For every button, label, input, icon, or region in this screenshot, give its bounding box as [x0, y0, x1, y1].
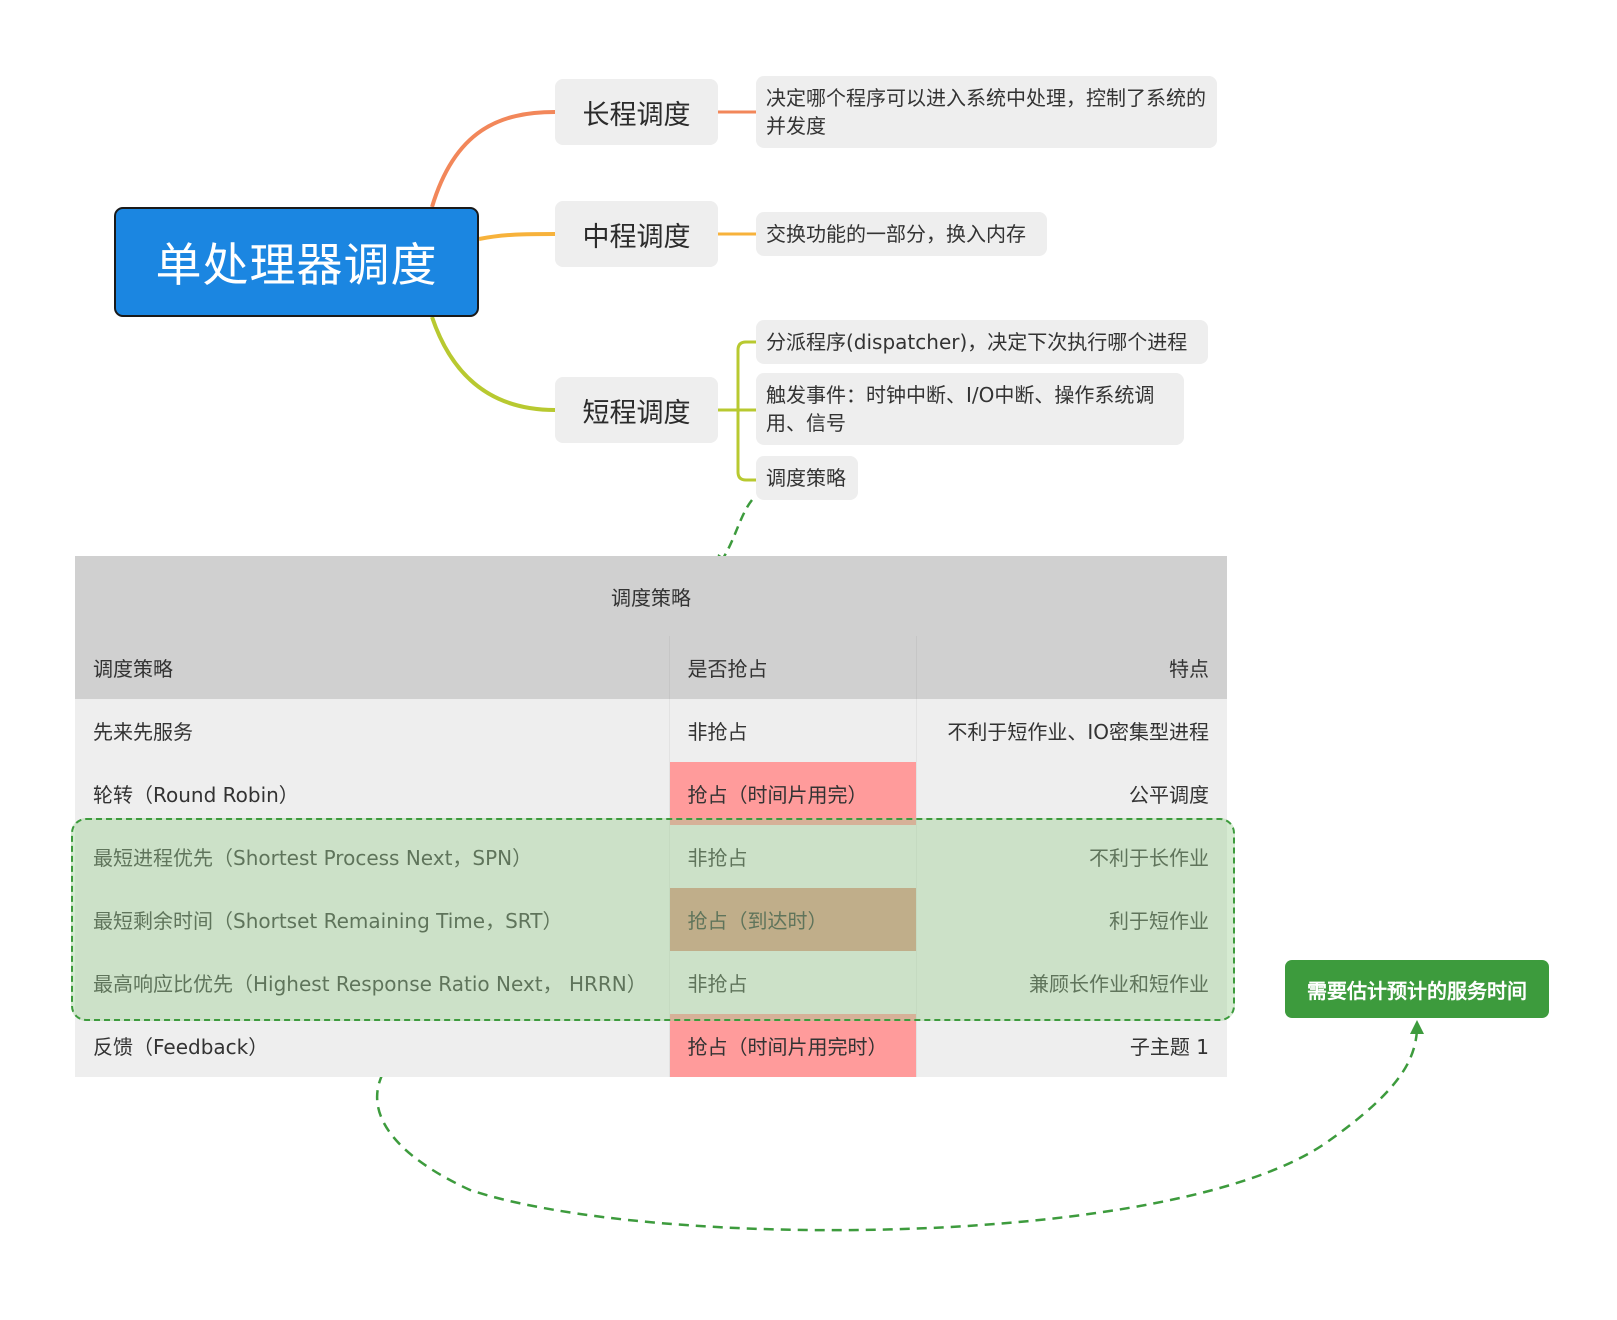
dashed-arrow-to-table: [720, 499, 753, 561]
leaf-long-term-desc[interactable]: 决定哪个程序可以进入系统中处理，控制了系统的并发度: [756, 76, 1217, 148]
header-preempt: 是否抢占: [669, 636, 917, 699]
branch-long-term[interactable]: 长程调度: [555, 79, 718, 145]
cell-feature: 公平调度: [916, 762, 1227, 825]
callout-note[interactable]: 需要估计预计的服务时间: [1285, 960, 1549, 1018]
table-row: 反馈（Feedback） 抢占（时间片用完时） 子主题 1: [75, 1014, 1227, 1077]
leaf-label: 交换功能的一部分，换入内存: [766, 222, 1026, 246]
table-row: 先来先服务 非抢占 不利于短作业、IO密集型进程: [75, 699, 1227, 762]
table-header-row: 调度策略 是否抢占 特点: [75, 636, 1227, 699]
cell-preempt: 非抢占: [669, 699, 917, 762]
arrowhead-callout: [1410, 1020, 1424, 1034]
cell-preempt: 抢占（时间片用完）: [669, 762, 917, 825]
callout-label: 需要估计预计的服务时间: [1307, 978, 1527, 1003]
root-label: 单处理器调度: [155, 238, 438, 292]
leaf-label: 调度策略: [766, 466, 846, 490]
cell-policy: 轮转（Round Robin）: [75, 762, 670, 825]
highlight-boundary[interactable]: [71, 818, 1235, 1021]
cell-feature: 不利于短作业、IO密集型进程: [916, 699, 1227, 762]
leaf-mid-term-desc[interactable]: 交换功能的一部分，换入内存: [756, 212, 1047, 256]
leaf-scheduling-policy[interactable]: 调度策略: [756, 456, 858, 500]
cell-feature: 子主题 1: [916, 1014, 1227, 1077]
connector-long-term: [430, 110, 556, 208]
branch-label: 短程调度: [582, 397, 691, 429]
header-policy: 调度策略: [75, 636, 670, 699]
branch-mid-term[interactable]: 中程调度: [555, 201, 718, 267]
connector-short-term: [430, 316, 556, 412]
leaf-label: 决定哪个程序可以进入系统中处理，控制了系统的并发度: [766, 86, 1206, 138]
leaf-label: 触发事件：时钟中断、I/O中断、操作系统调用、信号: [766, 383, 1155, 435]
cell-policy: 先来先服务: [75, 699, 670, 762]
connector-short-leaves: [718, 340, 756, 482]
table-title: 调度策略: [75, 556, 1227, 636]
cell-preempt: 抢占（时间片用完时）: [669, 1014, 917, 1077]
branch-label: 长程调度: [582, 99, 691, 131]
leaf-label: 分派程序(dispatcher)，决定下次执行哪个进程: [766, 330, 1188, 354]
branch-label: 中程调度: [582, 221, 691, 253]
table-row: 轮转（Round Robin） 抢占（时间片用完） 公平调度: [75, 762, 1227, 825]
leaf-dispatcher[interactable]: 分派程序(dispatcher)，决定下次执行哪个进程: [756, 320, 1208, 364]
branch-short-term[interactable]: 短程调度: [555, 377, 718, 443]
cell-policy: 反馈（Feedback）: [75, 1014, 670, 1077]
header-feature: 特点: [916, 636, 1227, 699]
root-node[interactable]: 单处理器调度: [114, 207, 479, 317]
connector-mid-term: [478, 232, 556, 241]
leaf-trigger-events[interactable]: 触发事件：时钟中断、I/O中断、操作系统调用、信号: [756, 373, 1184, 445]
